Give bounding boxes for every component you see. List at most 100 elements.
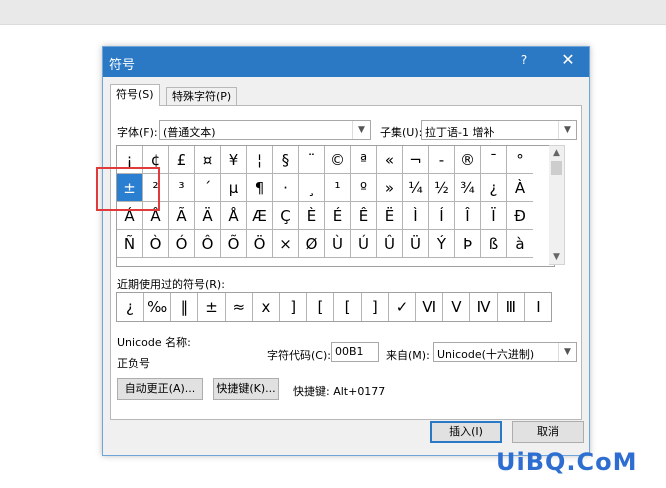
subset-select[interactable]: 拉丁语-1 增补 ▼ xyxy=(421,120,577,140)
symbol-cell[interactable]: Î xyxy=(455,202,481,230)
recent-symbol-cell[interactable]: ] xyxy=(362,293,389,321)
recent-symbol-cell[interactable]: [ xyxy=(335,293,362,321)
symbol-cell[interactable]: « xyxy=(377,146,403,174)
symbol-cell[interactable]: ¹ xyxy=(325,174,351,202)
symbol-cell[interactable]: ß xyxy=(481,230,507,258)
symbol-cell[interactable]: ¶ xyxy=(247,174,273,202)
symbol-cell[interactable]: Ó xyxy=(169,230,195,258)
symbol-cell[interactable]: Ã xyxy=(169,202,195,230)
symbol-cell[interactable]: ¿ xyxy=(481,174,507,202)
font-select[interactable]: (普通文本) ▼ xyxy=(159,120,371,140)
symbol-cell[interactable]: - xyxy=(429,146,455,174)
chevron-down-icon: ▼ xyxy=(558,121,576,139)
recent-symbol-cell[interactable]: [ xyxy=(307,293,335,321)
recent-symbol-cell[interactable]: Ⅳ xyxy=(471,293,498,321)
symbol-cell[interactable]: ´ xyxy=(195,174,221,202)
symbol-cell[interactable]: Æ xyxy=(247,202,273,230)
symbol-cell[interactable]: É xyxy=(325,202,351,230)
recent-symbol-cell[interactable]: ≈ xyxy=(226,293,253,321)
symbol-cell[interactable]: ª xyxy=(351,146,377,174)
close-icon[interactable]: ✕ xyxy=(553,50,583,69)
recent-symbol-cell[interactable]: Ⅰ xyxy=(525,293,552,321)
symbol-cell[interactable]: À xyxy=(507,174,533,202)
recent-symbol-cell[interactable]: ‰ xyxy=(144,293,172,321)
symbol-cell[interactable]: © xyxy=(325,146,351,174)
char-code-input[interactable]: 00B1 xyxy=(331,342,379,362)
subset-label: 子集(U): xyxy=(380,126,423,139)
symbol-cell[interactable]: Í xyxy=(429,202,455,230)
symbol-cell[interactable]: ¥ xyxy=(221,146,247,174)
recent-symbol-cell[interactable]: Ⅲ xyxy=(498,293,525,321)
symbol-cell[interactable]: Ì xyxy=(403,202,429,230)
symbol-cell[interactable]: ® xyxy=(455,146,481,174)
dialog-titlebar: 符号 ? ✕ xyxy=(103,47,589,77)
symbol-cell[interactable]: ¸ xyxy=(299,174,325,202)
recent-symbol-cell[interactable]: ± xyxy=(199,293,226,321)
symbol-cell[interactable]: Ø xyxy=(299,230,325,258)
symbol-cell[interactable]: ¬ xyxy=(403,146,429,174)
scroll-down-icon[interactable]: ▼ xyxy=(549,250,564,264)
recent-symbol-cell[interactable]: ‖ xyxy=(171,293,199,321)
scroll-thumb[interactable] xyxy=(551,161,562,175)
symbol-cell[interactable]: £ xyxy=(169,146,195,174)
symbol-cell[interactable]: Ö xyxy=(247,230,273,258)
symbol-cell[interactable]: Û xyxy=(377,230,403,258)
symbol-cell[interactable]: ¢ xyxy=(143,146,169,174)
insert-button[interactable]: 插入(I) xyxy=(430,421,502,443)
symbol-cell[interactable]: Ç xyxy=(273,202,299,230)
symbol-cell[interactable]: Å xyxy=(221,202,247,230)
symbol-cell[interactable]: Á xyxy=(117,202,143,230)
symbol-cell[interactable]: º xyxy=(351,174,377,202)
recent-symbol-cell[interactable]: Ⅴ xyxy=(443,293,471,321)
scroll-up-icon[interactable]: ▲ xyxy=(549,146,564,160)
symbol-cell[interactable]: » xyxy=(377,174,403,202)
symbol-cell[interactable]: ½ xyxy=(429,174,455,202)
symbol-cell[interactable]: ± xyxy=(117,174,143,202)
symbol-cell[interactable]: ¾ xyxy=(455,174,481,202)
tab-symbols[interactable]: 符号(S) xyxy=(110,84,160,106)
recent-symbol-cell[interactable]: ✓ xyxy=(389,293,416,321)
symbol-cell[interactable]: Ú xyxy=(351,230,377,258)
symbol-cell[interactable]: ¦ xyxy=(247,146,273,174)
symbol-cell[interactable]: × xyxy=(273,230,299,258)
symbol-dialog: 符号 ? ✕ 符号(S) 特殊字符(P) 字体(F): (普通文本) ▼ 子集(… xyxy=(102,46,590,456)
symbol-cell[interactable]: à xyxy=(507,230,533,258)
symbol-cell[interactable]: Ý xyxy=(429,230,455,258)
symbol-cell[interactable]: Ð xyxy=(507,202,533,230)
cancel-button[interactable]: 取消 xyxy=(512,421,584,443)
symbol-cell[interactable]: Ë xyxy=(377,202,403,230)
symbol-cell[interactable]: ¨ xyxy=(299,146,325,174)
symbol-cell[interactable]: Ù xyxy=(325,230,351,258)
symbol-cell[interactable]: ² xyxy=(143,174,169,202)
symbol-cell[interactable]: Õ xyxy=(221,230,247,258)
symbol-cell[interactable]: ¡ xyxy=(117,146,143,174)
symbol-cell[interactable]: Ò xyxy=(143,230,169,258)
symbol-cell[interactable]: Â xyxy=(143,202,169,230)
symbol-cell[interactable]: Ä xyxy=(195,202,221,230)
symbol-cell[interactable]: § xyxy=(273,146,299,174)
recent-symbol-cell[interactable]: ¿ xyxy=(117,293,144,321)
symbol-cell[interactable]: ¯ xyxy=(481,146,507,174)
symbol-cell[interactable]: µ xyxy=(221,174,247,202)
symbol-cell[interactable]: Ü xyxy=(403,230,429,258)
from-select[interactable]: Unicode(十六进制) ▼ xyxy=(433,342,577,362)
symbol-cell[interactable]: ³ xyxy=(169,174,195,202)
autocorrect-button[interactable]: 自动更正(A)... xyxy=(117,378,203,400)
shortcut-key-button[interactable]: 快捷键(K)... xyxy=(213,378,279,400)
symbol-cell[interactable]: ° xyxy=(507,146,533,174)
symbol-cell[interactable]: ¼ xyxy=(403,174,429,202)
help-button[interactable]: ? xyxy=(509,53,539,67)
symbol-grid-scrollbar[interactable]: ▲ ▼ xyxy=(549,145,565,265)
symbol-cell[interactable]: Þ xyxy=(455,230,481,258)
symbol-cell[interactable]: Ô xyxy=(195,230,221,258)
symbol-cell[interactable]: · xyxy=(273,174,299,202)
tab-special-characters[interactable]: 特殊字符(P) xyxy=(166,87,238,106)
symbol-cell[interactable]: Ñ xyxy=(117,230,143,258)
recent-symbol-cell[interactable]: x xyxy=(253,293,280,321)
recent-symbol-cell[interactable]: ] xyxy=(280,293,308,321)
symbol-cell[interactable]: ¤ xyxy=(195,146,221,174)
symbol-cell[interactable]: Ê xyxy=(351,202,377,230)
symbol-cell[interactable]: È xyxy=(299,202,325,230)
symbol-cell[interactable]: Ï xyxy=(481,202,507,230)
recent-symbol-cell[interactable]: Ⅵ xyxy=(416,293,444,321)
